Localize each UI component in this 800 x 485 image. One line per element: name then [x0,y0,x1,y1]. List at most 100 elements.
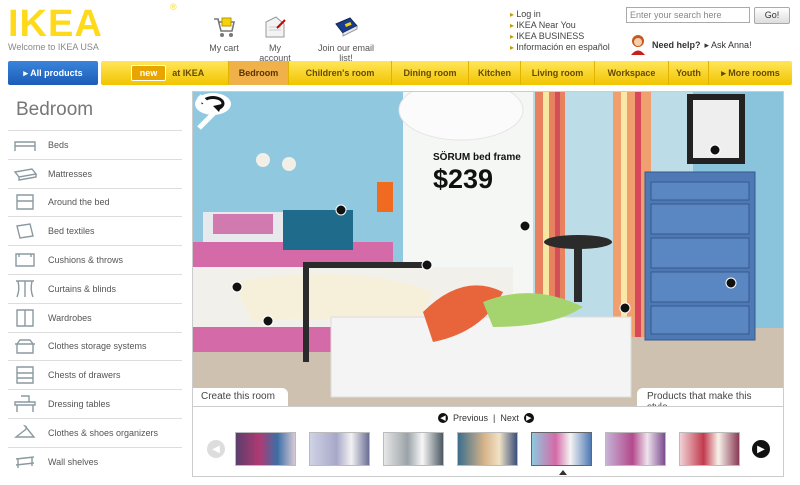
bedroom-scene [193,92,783,406]
hanger-icon [12,422,38,444]
sidebar-item-label: Wall shelves [48,456,99,467]
create-this-room-tab[interactable]: Create this room [193,388,288,406]
sidebar-item-beds[interactable]: Beds [8,130,182,159]
sidebar-item-clothes-shoes-organizers[interactable]: Clothes & shoes organizers [8,417,182,447]
dressing-table-icon [12,393,38,415]
sidebar-item-curtains-blinds[interactable]: Curtains & blinds [8,273,182,303]
login-link[interactable]: Log in [510,9,610,20]
pager-separator: | [493,413,496,423]
catalog-icon [310,12,382,42]
all-products-button[interactable]: ▸ All products [8,61,98,85]
storage-icon [12,335,38,357]
mattress-icon [12,163,38,185]
anna-avatar [628,33,648,57]
need-help-text: Need help? [652,40,701,50]
nav-living-room[interactable]: Living room [521,61,595,85]
carousel-prev-button[interactable]: ◀ [207,440,225,458]
my-account-label: My account [259,43,291,63]
nightstand-icon [12,191,38,213]
welcome-text: Welcome to IKEA USA [8,42,99,52]
product-price[interactable]: $239 [433,164,493,195]
sidebar-item-wall-shelves[interactable]: Wall shelves [8,446,182,476]
shelf-icon [12,451,38,473]
curtain-icon [12,278,38,300]
sidebar-item-label: Cushions & throws [48,255,124,266]
previous-link[interactable]: Previous [453,413,488,423]
sidebar-item-bed-textiles[interactable]: Bed textiles [8,216,182,245]
sidebar-item-label: Mattresses [48,168,93,179]
ikea-business-link[interactable]: IKEA BUSINESS [510,31,610,42]
search-go-button[interactable]: Go! [754,7,790,24]
nav-more-rooms[interactable]: ▸ More rooms [709,61,792,85]
room-showcase-image[interactable]: SÖRUM bed frame $239 Create this room Pr… [192,91,784,407]
sidebar-item-chests-of-drawers[interactable]: Chests of drawers [8,360,182,389]
ikea-near-you-link[interactable]: IKEA Near You [510,20,610,31]
search-input[interactable]: Enter your search here [626,7,750,23]
sidebar-item-label: Dressing tables [48,399,111,410]
sidebar-item-wardrobes[interactable]: Wardrobes [8,302,182,332]
sidebar-item-label: Beds [48,139,69,150]
products-style-tab[interactable]: Products that make this style [637,388,783,406]
nav-childrens-room[interactable]: Children's room [289,61,392,85]
help-area: Need help? ▸ Ask Anna! [628,33,752,57]
sidebar-item-mattresses[interactable]: Mattresses [8,158,182,188]
sidebar-item-label: Clothes storage systems [48,341,147,352]
nav-youth[interactable]: Youth [669,61,709,85]
nav-bedroom[interactable]: Bedroom [229,61,289,85]
nav-new-at-ikea[interactable]: new at IKEA [101,61,229,85]
nav-dining-room[interactable]: Dining room [392,61,469,85]
room-thumbnail[interactable] [309,432,370,466]
utility-links: Log in IKEA Near You IKEA BUSINESS Infor… [510,9,610,53]
main-nav: ▸ All products new at IKEA Bedroom Child… [8,61,792,85]
my-cart-label: My cart [209,43,239,53]
bed-icon [12,134,38,156]
my-cart-link[interactable]: My cart [208,12,240,53]
next-icon[interactable]: ▶ [523,413,534,423]
room-nav-bar: new at IKEA Bedroom Children's room Dini… [101,61,792,85]
carousel-pager: ◀ Previous | Next ▶ [438,413,534,423]
nav-workspace[interactable]: Workspace [595,61,669,85]
room-thumbnail-selected[interactable] [531,432,592,466]
nav-kitchen[interactable]: Kitchen [469,61,521,85]
new-badge: new [130,65,167,81]
next-link[interactable]: Next [500,413,519,423]
sidebar-item-label: Chests of drawers [48,370,121,381]
cart-icon [208,12,240,42]
sidebar-item-label: Clothes & shoes organizers [48,427,159,438]
room-thumbnails [235,432,740,466]
sidebar-item-cushions-throws[interactable]: Cushions & throws [8,245,182,274]
drawers-icon [12,364,38,386]
room-thumbnail[interactable] [679,432,740,466]
account-icon [252,12,298,42]
spanish-link[interactable]: Información en español [510,42,610,53]
logo-text: IKEA [8,3,103,45]
wardrobe-icon [12,307,38,329]
room-thumbnail[interactable] [383,432,444,466]
sidebar-item-around-the-bed[interactable]: Around the bed [8,187,182,217]
carousel-next-button[interactable]: ▶ [752,440,770,458]
cushion-icon [12,249,38,271]
room-thumbnail[interactable] [605,432,666,466]
email-list-label: Join our email list! [317,43,375,63]
sidebar-item-dressing-tables[interactable]: Dressing tables [8,389,182,418]
ikea-logo[interactable]: IKEA [8,3,180,45]
sidebar-title: Bedroom [16,99,94,120]
sidebar-item-clothes-storage-systems[interactable]: Clothes storage systems [8,331,182,361]
product-name-label[interactable]: SÖRUM bed frame [433,152,521,163]
sidebar-item-label: Around the bed [48,197,110,208]
my-account-link[interactable]: My account [252,12,298,63]
room-thumbnail[interactable] [235,432,296,466]
sidebar-item-label: Wardrobes [48,312,92,323]
next-room-arrow-icon[interactable] [193,92,221,132]
pillow-icon [12,220,38,242]
registered-mark: ® [170,2,177,12]
room-carousel: ◀ Previous | Next ▶ ◀ ▶ [192,407,784,477]
room-thumbnail[interactable] [457,432,518,466]
email-list-link[interactable]: Join our email list! [310,12,382,63]
nav-new-at-ikea-label: at IKEA [172,68,205,78]
ask-anna-link[interactable]: ▸ Ask Anna! [705,40,752,51]
sidebar-item-label: Curtains & blinds [48,283,117,294]
previous-icon[interactable]: ◀ [438,413,448,423]
sidebar-category-list: Beds Mattresses Around the bed Bed textiles… [8,130,182,476]
sidebar-item-label: Bed textiles [48,226,95,237]
